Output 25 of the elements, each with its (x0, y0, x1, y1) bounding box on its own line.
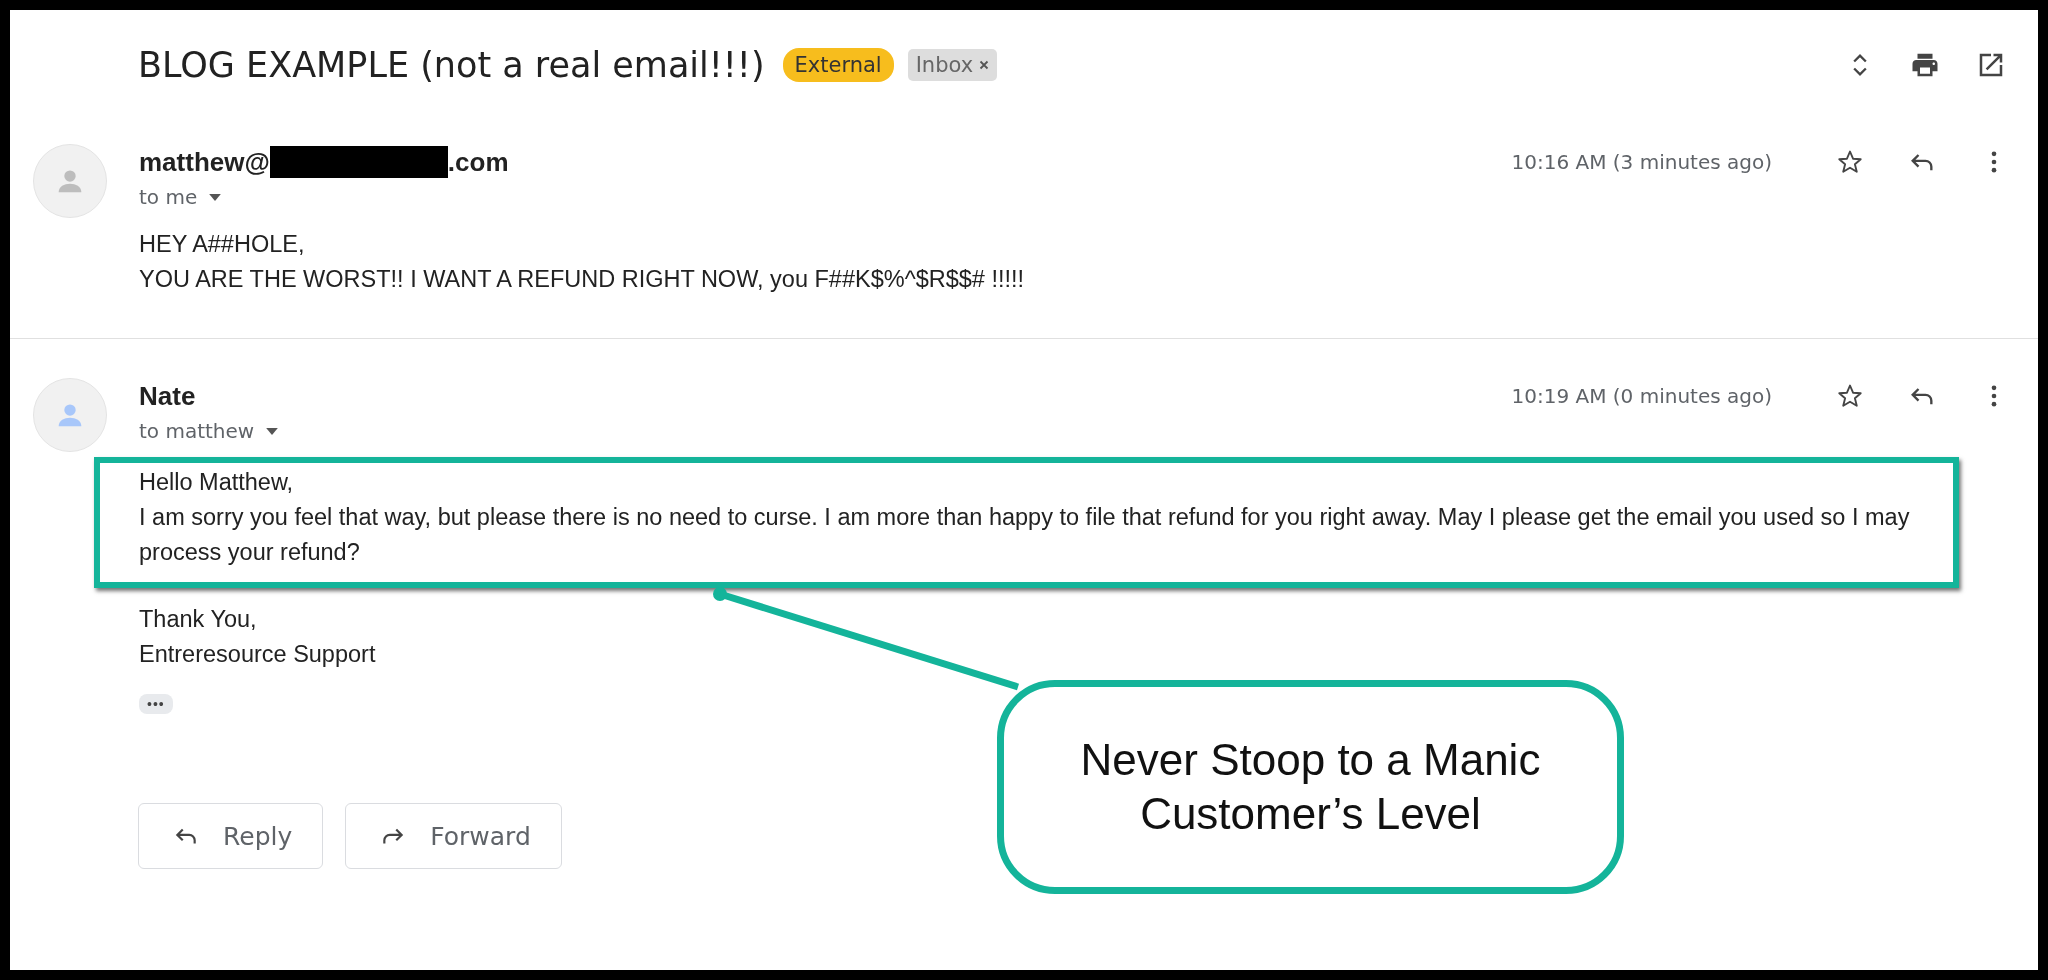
body-text: Hello Matthew, (139, 468, 295, 497)
callout-text: Never Stoop to a Manic Customer’s Level (1079, 734, 1542, 840)
body-text: YOU ARE THE WORST!! I WANT A REFUND RIGHT NOW, you F##K$%^$R$$# !!!!! (139, 265, 1025, 294)
body-text: I am sorry you feel that way, but please there is no need to curse. I am more than happy to file that refund for you right away. May I please get the email you used so I may process your refund? (139, 503, 1911, 567)
show-trimmed-button[interactable]: ••• (139, 694, 173, 714)
label-chip[interactable]: Inbox (907, 49, 998, 81)
sender-name: matthew@ (139, 146, 270, 178)
recipient-dropdown[interactable]: to matthew (139, 419, 279, 443)
star-icon[interactable] (1836, 148, 1864, 176)
dropdown-caret-icon[interactable] (209, 193, 222, 201)
sender-domain: .com (447, 146, 509, 178)
dropdown-caret-icon[interactable] (266, 427, 279, 435)
reply-button[interactable]: Reply (138, 803, 324, 869)
body-text: HEY A##HOLE, (139, 230, 306, 259)
email-subject: BLOG EXAMPLE (not a real email!!!) (138, 45, 765, 85)
star-icon[interactable] (1836, 382, 1864, 410)
recipient-dropdown[interactable]: to me (139, 185, 222, 209)
forward-button[interactable]: Forward (345, 803, 562, 869)
close-icon[interactable] (979, 60, 990, 70)
body-text: Entreresource Support (139, 640, 376, 669)
label-chip[interactable]: External (782, 48, 894, 82)
message-time: 10:19 AM (0 minutes ago) (1511, 384, 1772, 408)
sender-name: Nate (139, 380, 196, 412)
body-text: Thank You, (139, 605, 258, 634)
message-time: 10:16 AM (3 minutes ago) (1511, 150, 1772, 174)
